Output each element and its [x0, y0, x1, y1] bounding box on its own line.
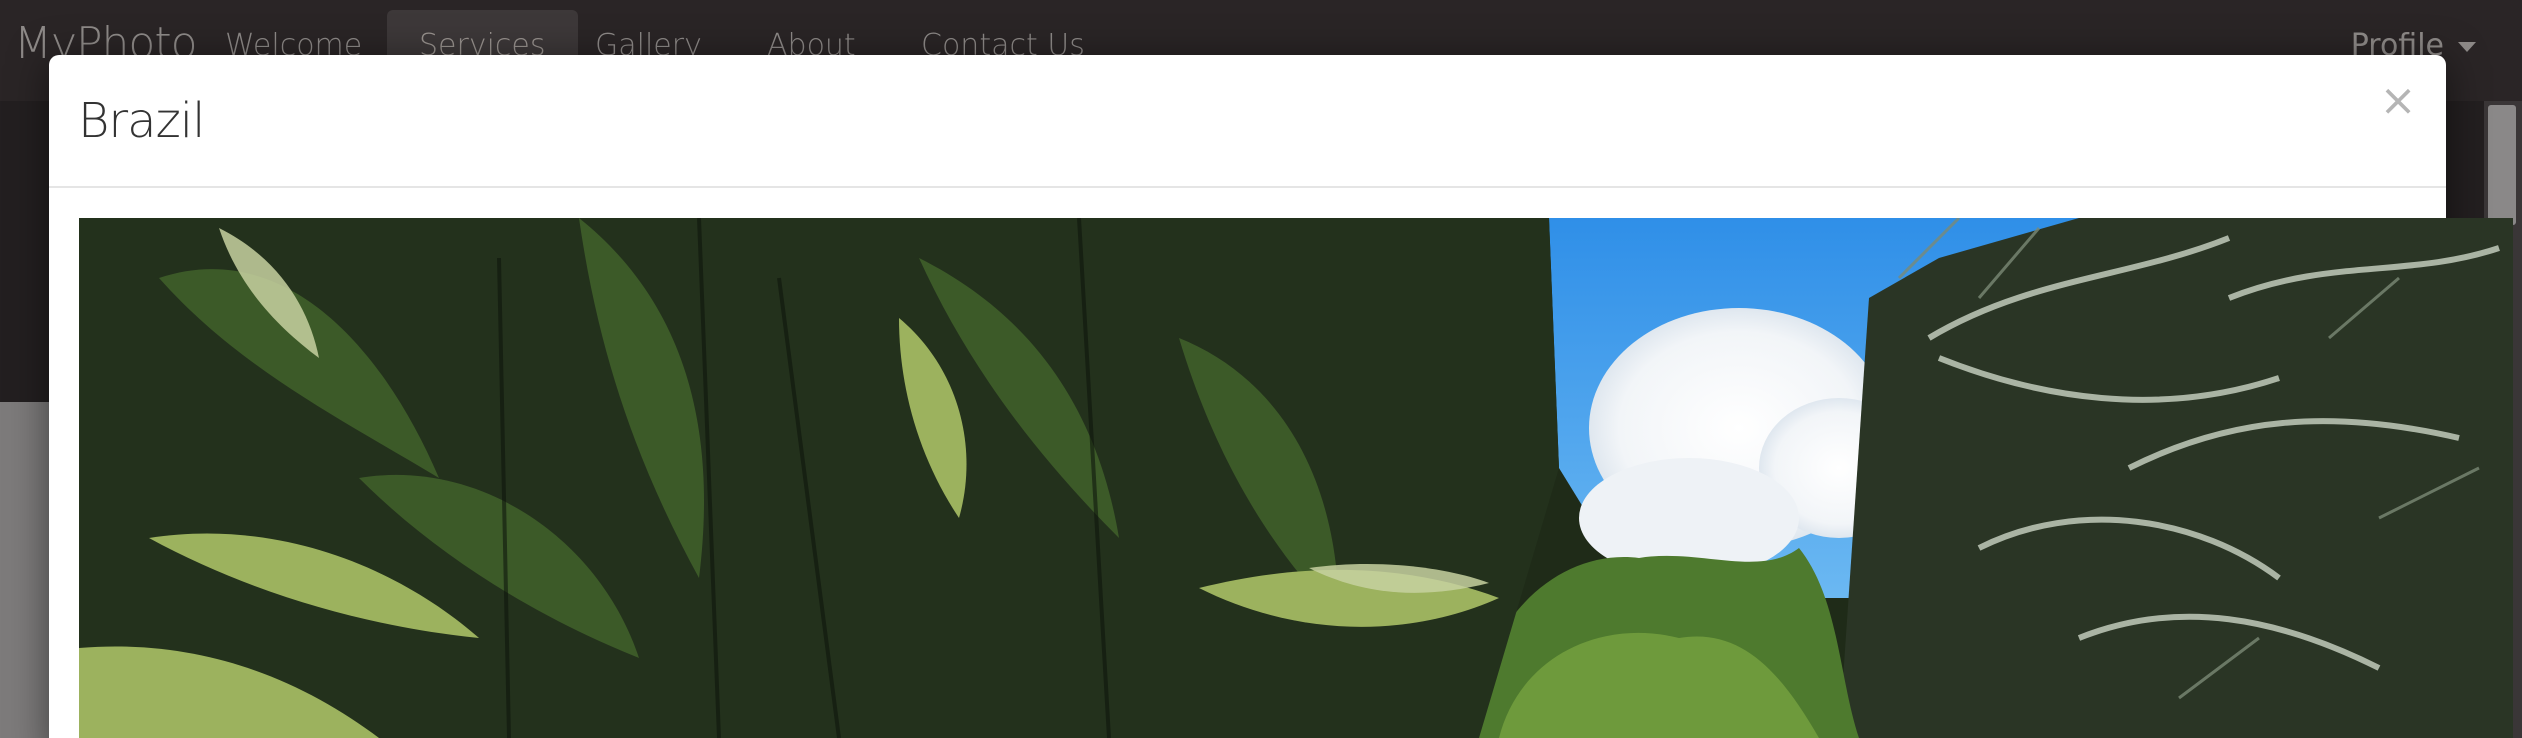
tropical-photo-image — [79, 218, 2513, 738]
close-icon[interactable]: × — [2378, 79, 2418, 123]
modal-header: Brazil × — [49, 55, 2446, 188]
modal-title: Brazil — [78, 93, 205, 149]
chevron-down-icon — [2458, 41, 2476, 52]
modal-photo — [79, 218, 2513, 738]
scrollbar-thumb[interactable] — [2488, 105, 2516, 225]
